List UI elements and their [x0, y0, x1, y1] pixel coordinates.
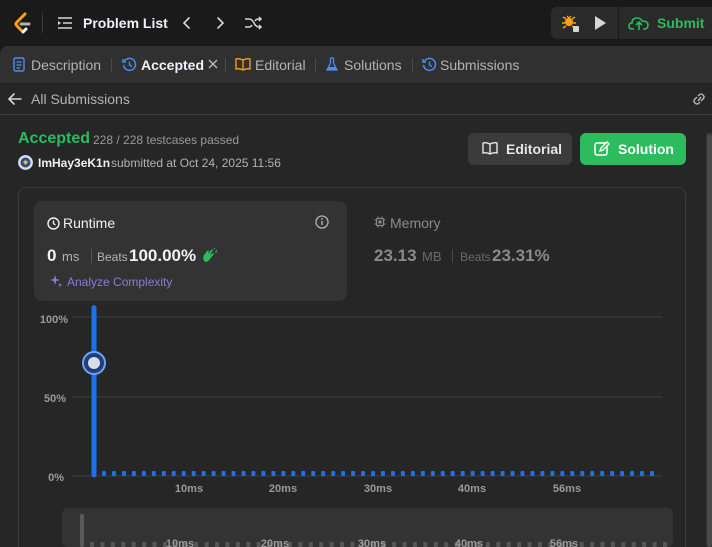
tab-description-label: Description [31, 57, 102, 73]
cloud-upload-icon [628, 17, 649, 30]
tab-submissions-label: Submissions [440, 57, 520, 73]
top-navbar: Problem List Submit [0, 0, 712, 46]
runtime-card[interactable]: Runtime 0 ms Beats 100.00% Analyze Compl… [34, 201, 347, 301]
testcases-passed: 228 / 228 testcases passed [93, 133, 240, 147]
tab-editorial-label: Editorial [255, 57, 306, 73]
tab-separator [412, 58, 413, 72]
tab-accepted-label: Accepted [141, 57, 205, 73]
shuffle-icon[interactable] [243, 14, 263, 32]
scrollbar-thumb[interactable] [707, 134, 712, 547]
submitted-at: submitted at Oct 24, 2025 11:56 [111, 156, 281, 170]
runtime-beats-value: 100.00% [129, 246, 197, 265]
tab-separator [315, 58, 316, 72]
debug-icon[interactable] [553, 7, 585, 39]
solution-button-label: Solution [618, 141, 674, 157]
tab-editorial[interactable]: Editorial [235, 56, 310, 74]
editorial-button[interactable]: Editorial [468, 133, 572, 165]
tb-divider [618, 7, 619, 39]
tab-solutions-label: Solutions [344, 57, 402, 73]
editorial-button-label: Editorial [506, 141, 563, 157]
book-icon [235, 58, 251, 71]
leetcode-logo-icon[interactable] [12, 12, 32, 34]
tab-separator [111, 58, 112, 72]
submission-subbar: All Submissions [0, 83, 712, 115]
history-icon [422, 57, 437, 72]
tab-submissions[interactable]: Submissions [422, 56, 522, 74]
submission-panel: Description Accepted Editorial Solutions… [0, 46, 712, 547]
nav-divider [42, 13, 43, 33]
memory-unit: MB [422, 249, 442, 264]
tab-solutions[interactable]: Solutions [326, 56, 406, 74]
edit-icon [594, 141, 610, 156]
runtime-beats-label: Beats [97, 250, 128, 264]
runtime-title: Runtime [63, 215, 116, 231]
submit-label: Submit [657, 15, 705, 31]
run-play-icon[interactable] [584, 7, 616, 39]
clock-icon [47, 217, 60, 230]
problem-list-icon[interactable] [57, 15, 73, 31]
flask-icon [326, 57, 338, 71]
stats-card: Runtime 0 ms Beats 100.00% Analyze Compl… [18, 187, 686, 547]
runtime-separator [91, 249, 92, 263]
history-icon [122, 57, 137, 72]
problem-list-title[interactable]: Problem List [83, 15, 168, 31]
runtime-unit: ms [62, 249, 80, 264]
solution-button[interactable]: Solution [580, 133, 686, 165]
arrow-left-icon[interactable] [8, 92, 22, 106]
avatar[interactable] [18, 155, 33, 170]
submit-button[interactable]: Submit [620, 7, 712, 39]
memory-separator [452, 249, 453, 263]
tab-accepted[interactable]: Accepted [122, 56, 218, 74]
chip-icon [374, 216, 386, 228]
username[interactable]: ImHay3eK1n [38, 156, 110, 170]
share-link-icon[interactable] [690, 91, 708, 107]
submission-status: Accepted [18, 130, 91, 147]
runtime-value: 0 [47, 246, 57, 265]
clapping-hands-icon [203, 248, 217, 262]
sparkle-icon [50, 275, 62, 287]
info-icon[interactable] [315, 215, 329, 229]
memory-beats-value: 23.31% [492, 246, 550, 265]
memory-value: 23.13 [374, 246, 417, 265]
chart-range-scrubber[interactable] [62, 508, 673, 547]
tab-description[interactable]: Description [13, 56, 105, 74]
close-tab-icon[interactable] [207, 58, 219, 70]
scrubber-handle[interactable] [80, 514, 84, 547]
memory-title[interactable]: Memory [390, 215, 441, 231]
memory-beats-label: Beats [460, 250, 491, 264]
analyze-complexity-link[interactable]: Analyze Complexity [67, 275, 172, 289]
chevron-right-icon[interactable] [211, 14, 229, 32]
document-icon [13, 57, 25, 72]
tab-separator [225, 58, 226, 72]
chevron-left-icon[interactable] [178, 14, 196, 32]
tab-bar: Description Accepted Editorial Solutions… [0, 46, 712, 83]
all-submissions-link[interactable]: All Submissions [31, 91, 130, 107]
book-open-icon [482, 141, 498, 155]
